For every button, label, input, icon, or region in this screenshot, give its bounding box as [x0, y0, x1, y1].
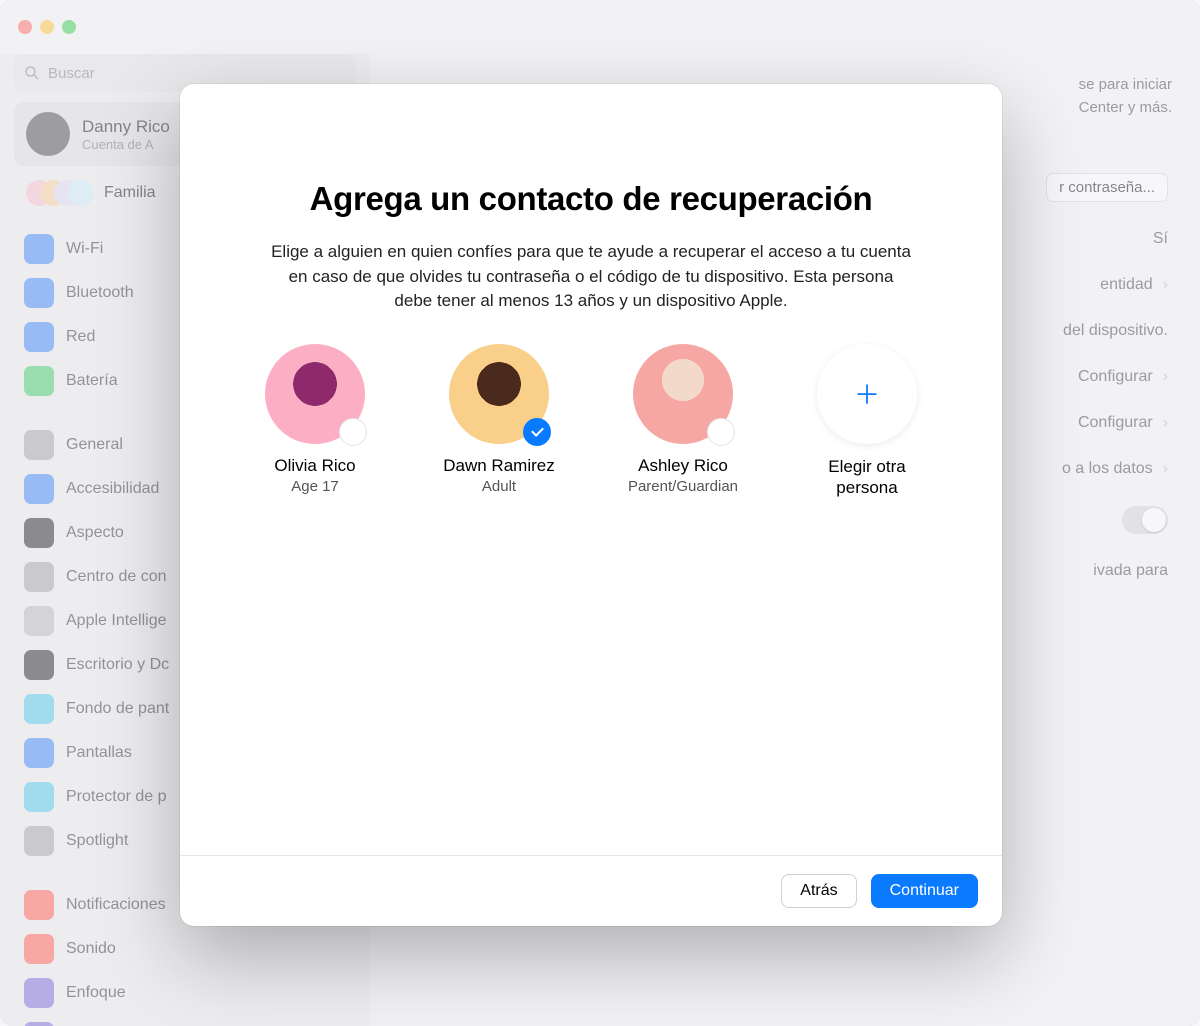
- contact-option[interactable]: Olivia Rico Age 17: [250, 344, 380, 499]
- modal-title: Agrega un contacto de recuperación: [250, 180, 932, 218]
- contact-avatar: [265, 344, 365, 444]
- contact-avatar: [633, 344, 733, 444]
- selection-indicator: [707, 418, 735, 446]
- contact-role: Adult: [482, 478, 516, 495]
- contact-avatar: [449, 344, 549, 444]
- selection-indicator: [339, 418, 367, 446]
- contact-role: Parent/Guardian: [628, 478, 738, 495]
- back-button[interactable]: Atrás: [781, 874, 856, 908]
- modal-footer: Atrás Continuar: [180, 855, 1002, 926]
- choose-other-contact[interactable]: ＋ Elegir otra persona: [802, 344, 932, 499]
- contact-name: Olivia Rico: [274, 456, 355, 476]
- contact-options: Olivia Rico Age 17 Dawn Ramirez Adult Ashley…: [250, 344, 932, 499]
- contact-option[interactable]: Dawn Ramirez Adult: [434, 344, 564, 499]
- contact-name: Dawn Ramirez: [443, 456, 554, 476]
- continue-button[interactable]: Continuar: [871, 874, 978, 908]
- contact-name: Ashley Rico: [638, 456, 728, 476]
- modal-description: Elige a alguien en quien confíes para qu…: [271, 240, 911, 314]
- contact-role: Age 17: [291, 478, 339, 495]
- add-contact-circle: ＋: [817, 344, 917, 444]
- recovery-contact-modal: Agrega un contacto de recuperación Elige…: [180, 84, 1002, 926]
- add-contact-label: Elegir otra persona: [802, 456, 932, 499]
- checkmark-icon: [523, 418, 551, 446]
- plus-icon: ＋: [854, 375, 880, 412]
- contact-option[interactable]: Ashley Rico Parent/Guardian: [618, 344, 748, 499]
